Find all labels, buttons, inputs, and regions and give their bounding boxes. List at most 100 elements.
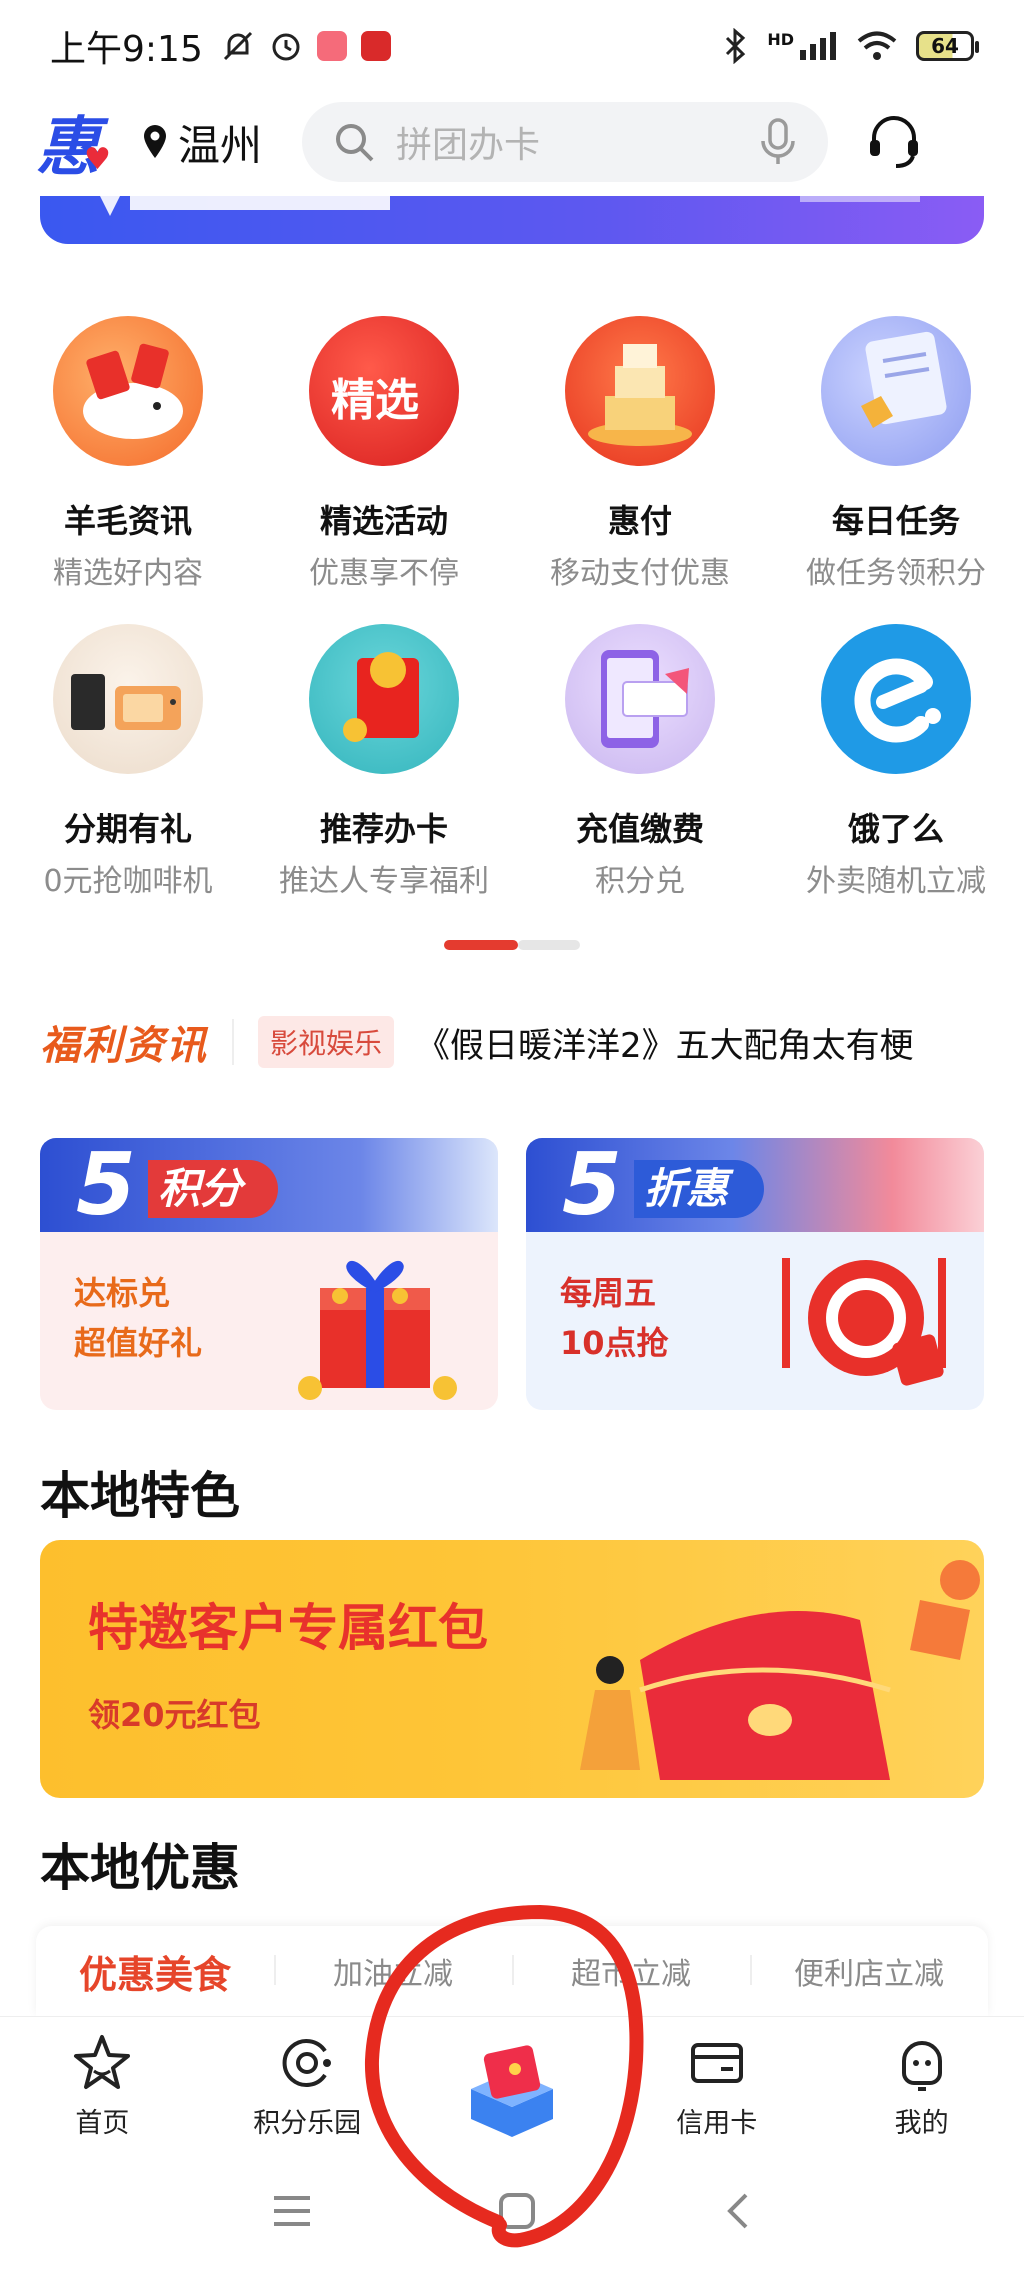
- nav-credit-card[interactable]: 信用卡: [614, 2017, 819, 2146]
- grid-item-title: 分期有礼: [63, 810, 192, 848]
- customer-service-icon[interactable]: [864, 112, 924, 172]
- heart-icon: ♥: [84, 142, 111, 177]
- grid-item-subtitle: 积分兑: [595, 864, 685, 899]
- top-banner[interactable]: [40, 196, 984, 244]
- grid-item-subtitle: 推达人专享福利: [279, 864, 489, 899]
- coffee-machine-icon: [53, 624, 203, 774]
- promo-card-points[interactable]: 5 积分 达标兑 超值好礼: [40, 1138, 498, 1410]
- grid-item-title: 精选活动: [319, 502, 448, 540]
- city-name: 温州: [178, 120, 263, 170]
- red-envelope-cloud-icon: [53, 316, 203, 466]
- bluetooth-icon: [726, 28, 746, 64]
- promo-label: 折惠: [634, 1160, 765, 1218]
- plate-icon: [782, 1258, 946, 1386]
- gift-box-icon: [298, 1261, 457, 1400]
- search-placeholder: 拼团办卡: [396, 125, 541, 166]
- app-notification-icon: [360, 31, 391, 61]
- grid-item-yangmao[interactable]: 羊毛资讯 精选好内容: [0, 316, 256, 592]
- nav-label: 信用卡: [676, 2108, 758, 2139]
- promo-label: 积分: [148, 1160, 279, 1218]
- nav-points-park[interactable]: 积分乐园: [205, 2017, 410, 2146]
- wifi-icon: [857, 31, 897, 60]
- banner-title: 特邀客户专属红包: [88, 1599, 488, 1657]
- welfare-news-brand: 福利资讯: [40, 1023, 208, 1069]
- grid-item-recharge[interactable]: 充值缴费 积分兑: [512, 624, 768, 900]
- page-dot: [518, 940, 580, 950]
- task-scroll-icon: [821, 316, 971, 466]
- grid-page-indicator: [444, 940, 580, 950]
- tab-food[interactable]: 优惠美食: [36, 1944, 274, 1999]
- red-envelope-illustration: [580, 1560, 980, 1780]
- red-packet-coin-icon: [309, 624, 459, 774]
- eleme-logo-icon: [821, 624, 971, 774]
- back-icon[interactable]: [722, 2191, 752, 2231]
- home-square-icon[interactable]: [497, 2191, 537, 2231]
- profile-icon: [901, 2041, 942, 2091]
- section-title-local-feature: 本地特色: [40, 1467, 240, 1525]
- city-selector[interactable]: 温州: [142, 112, 262, 173]
- nav-center-promo[interactable]: [410, 2017, 615, 2146]
- featured-badge-icon: 精选: [309, 316, 459, 466]
- grid-item-title: 充值缴费: [575, 810, 704, 848]
- promo-number: 5: [562, 1138, 622, 1235]
- grid-item-subtitle: 0元抢咖啡机: [43, 864, 213, 899]
- promo-number: 5: [76, 1138, 136, 1235]
- news-headline: 《假日暖洋洋2》五大配角太有梗: [416, 1025, 914, 1066]
- search-input[interactable]: 拼团办卡: [302, 102, 829, 182]
- grid-item-title: 羊毛资讯: [63, 502, 192, 540]
- menu-icon[interactable]: [272, 2194, 312, 2228]
- grid-item-huifu[interactable]: 惠付 移动支付优惠: [512, 316, 768, 592]
- grid-item-daily-task[interactable]: 每日任务 做任务领积分: [768, 316, 1024, 592]
- grid-item-subtitle: 外卖随机立减: [806, 864, 986, 899]
- grid-item-subtitle: 精选好内容: [53, 556, 203, 591]
- banner-decoration: [100, 196, 920, 216]
- welfare-news-bar[interactable]: 福利资讯 影视娱乐 《假日暖洋洋2》五大配角太有梗: [40, 1010, 984, 1074]
- page-dot-active: [444, 940, 518, 950]
- grid-item-recommend-card[interactable]: 推荐办卡 推达人专享福利: [256, 624, 512, 900]
- promo-line2: 10点抢: [560, 1324, 669, 1362]
- grid-item-eleme[interactable]: 饿了么 外卖随机立减: [768, 624, 1024, 900]
- gift-stack-icon: [565, 316, 715, 466]
- nav-label: 积分乐园: [253, 2108, 362, 2139]
- card-icon: [690, 2043, 743, 2083]
- location-pin-icon: [144, 125, 166, 158]
- bottom-navigation: 首页 积分乐园 信用卡 我的: [0, 2016, 1024, 2146]
- nav-label: 我的: [894, 2108, 949, 2139]
- microphone-icon[interactable]: [758, 117, 798, 167]
- search-icon: [336, 124, 374, 162]
- phone-voucher-icon: [565, 624, 715, 774]
- grid-item-title: 饿了么: [847, 810, 944, 848]
- star-icon: [74, 2035, 131, 2089]
- alarm-icon: [272, 33, 300, 61]
- tab-fuel[interactable]: 加油立减: [274, 1949, 512, 1993]
- promo-card-discount[interactable]: 5 折惠 每周五 10点抢: [526, 1138, 984, 1410]
- promo-line1: 每周五: [560, 1274, 657, 1312]
- news-category-tag: 影视娱乐: [258, 1016, 395, 1068]
- banner-subtitle: 领20元红包: [88, 1696, 261, 1734]
- grid-item-title: 推荐办卡: [319, 810, 448, 848]
- red-envelope-box-icon: [470, 2044, 553, 2137]
- section-title-local-deals: 本地优惠: [40, 1839, 240, 1897]
- grid-item-installment[interactable]: 分期有礼 0元抢咖啡机: [0, 624, 256, 900]
- status-bar: 上午9:15 HD 64: [0, 0, 1024, 92]
- nav-home[interactable]: 首页: [0, 2017, 205, 2146]
- nav-mine[interactable]: 我的: [819, 2017, 1024, 2146]
- status-time: 上午9:15: [50, 29, 203, 70]
- grid-item-subtitle: 优惠享不停: [309, 556, 459, 591]
- tab-supermarket[interactable]: 超市立减: [512, 1949, 750, 1993]
- grid-item-title: 惠付: [607, 502, 672, 540]
- grid-item-featured[interactable]: 精选 精选活动 优惠享不停: [256, 316, 512, 592]
- grid-item-subtitle: 做任务领积分: [806, 556, 986, 591]
- mute-icon: [223, 31, 252, 61]
- app-logo: 惠 ♥: [36, 110, 111, 185]
- points-icon: [282, 2039, 332, 2087]
- nav-label: 首页: [75, 2108, 130, 2139]
- hd-label: HD: [767, 29, 794, 49]
- app-header: 惠 ♥ 温州 拼团办卡: [0, 92, 1024, 192]
- promo-line1: 达标兑: [74, 1274, 171, 1312]
- tab-convenience-store[interactable]: 便利店立减: [750, 1949, 988, 1993]
- red-envelope-banner[interactable]: 特邀客户专属红包 领20元红包: [40, 1540, 984, 1798]
- promo-line2: 超值好礼: [74, 1324, 203, 1362]
- signal-icon: [800, 32, 836, 60]
- battery-icon: 64: [916, 31, 979, 61]
